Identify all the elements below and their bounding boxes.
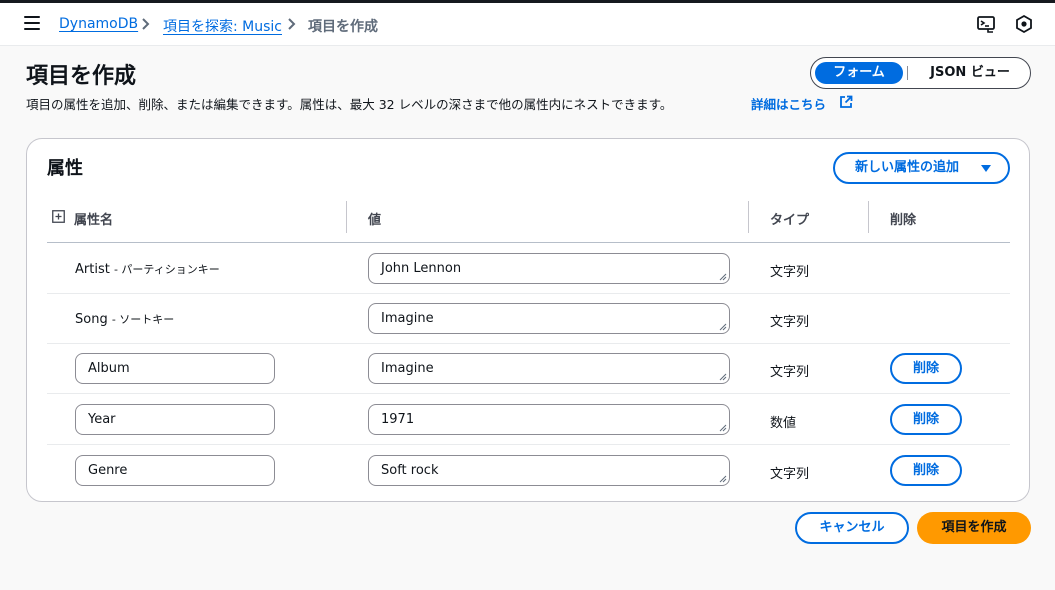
add-attribute-button[interactable]: 新しい属性の追加 (833, 152, 1010, 184)
learn-more-link[interactable]: 詳細はこちら (751, 94, 826, 113)
attribute-type: 文字列 (770, 467, 810, 482)
page-title: 項目を作成 (26, 64, 137, 89)
form-view-button[interactable]: フォーム (815, 62, 903, 84)
table-row: Album Imagine 文字列 削除 (47, 344, 1010, 394)
table-row: Song - ソートキー Imagine 文字列 (47, 294, 1010, 344)
value-input[interactable]: Imagine (368, 303, 730, 334)
add-attribute-label: 新しい属性の追加 (855, 160, 960, 175)
caret-down-icon (981, 165, 991, 172)
attribute-name-input[interactable]: Year (75, 404, 275, 435)
external-link-icon[interactable] (839, 95, 853, 109)
column-divider (868, 201, 869, 233)
toggle-divider (907, 66, 908, 80)
top-navigation-bar: DynamoDB 項目を探索: Music 項目を作成 (0, 0, 1055, 46)
row-separator (47, 444, 1010, 445)
resize-grip-icon[interactable] (719, 475, 727, 483)
json-view-button[interactable]: JSON ビュー (915, 62, 1025, 84)
column-divider (346, 201, 347, 233)
value-input[interactable]: Soft rock (368, 455, 730, 486)
attribute-type: 文字列 (770, 265, 810, 280)
cloudshell-icon[interactable] (976, 14, 996, 34)
delete-button[interactable]: 削除 (890, 404, 962, 435)
header-separator (47, 242, 1010, 243)
breadcrumb-current: 項目を作成 (308, 19, 378, 35)
attributes-title: 属性 (47, 158, 83, 179)
resize-grip-icon[interactable] (719, 373, 727, 381)
delete-button[interactable]: 削除 (890, 455, 962, 486)
attribute-type: 文字列 (770, 365, 810, 380)
resize-grip-icon[interactable] (719, 424, 727, 432)
column-header-type: タイプ (770, 213, 810, 228)
view-toggle: フォーム JSON ビュー (810, 57, 1031, 89)
column-header-delete: 削除 (890, 213, 917, 228)
column-header-value: 値 (368, 213, 382, 228)
value-input[interactable]: 1971 (368, 404, 730, 435)
settings-hex-icon[interactable] (1014, 14, 1034, 34)
table-row: Year 1971 数値 削除 (47, 395, 1010, 445)
column-header-name: 属性名 (74, 213, 114, 228)
attribute-key-label: Song - ソートキー (75, 311, 174, 327)
value-input[interactable]: John Lennon (368, 253, 730, 284)
column-divider (748, 201, 749, 233)
attribute-name-input[interactable]: Genre (75, 455, 275, 486)
resize-grip-icon[interactable] (719, 273, 727, 281)
attribute-name: Artist (75, 262, 110, 277)
attribute-name: Song (75, 312, 108, 327)
expand-square-icon[interactable] (52, 210, 65, 223)
attributes-panel: 属性 新しい属性の追加 属性名 値 タイプ 削除 Artist - パーティショ… (26, 138, 1030, 502)
attribute-name-input[interactable]: Album (75, 353, 275, 384)
breadcrumb-dynamodb[interactable]: DynamoDB (59, 16, 138, 32)
attribute-type: 数値 (770, 416, 797, 431)
chevron-right-icon (142, 18, 150, 30)
breadcrumb-explore-items[interactable]: 項目を探索: Music (163, 16, 282, 36)
page-description: 項目の属性を追加、削除、または編集できます。属性は、最大 32 レベルの深さまで… (26, 97, 673, 112)
create-item-button[interactable]: 項目を作成 (917, 512, 1031, 544)
cancel-button[interactable]: キャンセル (795, 512, 909, 544)
key-type-label: - パーティションキー (113, 263, 220, 276)
row-separator (47, 393, 1010, 394)
value-input[interactable]: Imagine (368, 353, 730, 384)
attribute-key-label: Artist - パーティションキー (75, 261, 220, 277)
table-row: Genre Soft rock 文字列 削除 (47, 446, 1010, 496)
chevron-right-icon (288, 18, 296, 30)
resize-grip-icon[interactable] (719, 323, 727, 331)
attribute-type: 文字列 (770, 315, 810, 330)
table-row: Artist - パーティションキー John Lennon 文字列 (47, 244, 1010, 294)
delete-button[interactable]: 削除 (890, 353, 962, 384)
key-type-label: - ソートキー (111, 313, 175, 326)
hamburger-icon[interactable] (24, 16, 40, 30)
